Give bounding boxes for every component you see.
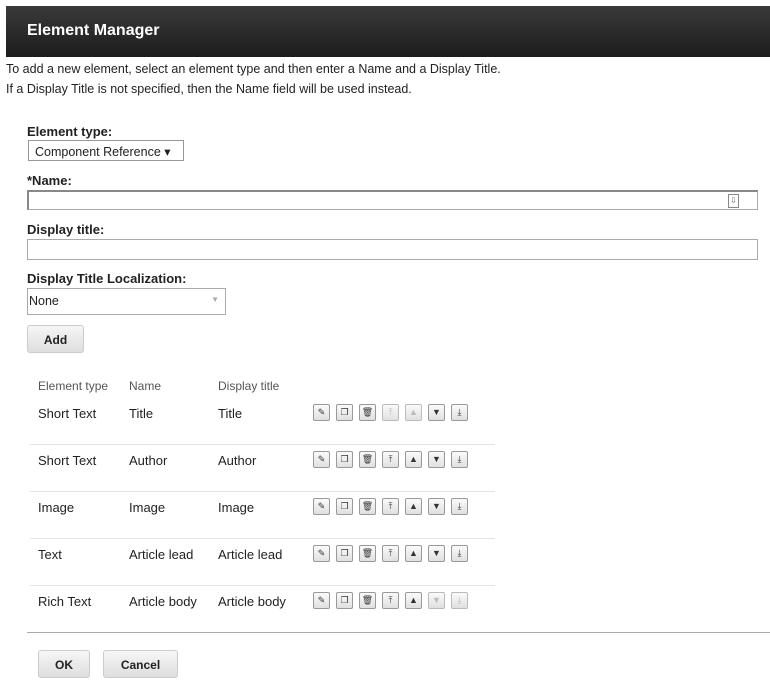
move-down-icon[interactable]: ▼ bbox=[428, 498, 445, 515]
display-title-label: Display title: bbox=[27, 222, 105, 237]
elements-table: Element type Name Display title Short Te… bbox=[30, 374, 495, 632]
add-button[interactable]: Add bbox=[27, 325, 84, 353]
move-bottom-icon[interactable]: ⤓ bbox=[451, 592, 468, 609]
copy-icon[interactable]: ❐ bbox=[336, 498, 353, 515]
display-title-input[interactable] bbox=[27, 239, 758, 260]
intro-line: To add a new element, select an element … bbox=[6, 62, 501, 76]
move-up-icon[interactable]: ▲ bbox=[405, 498, 422, 515]
row-actions: ✎ ❐ 🗑 ⤒ ▲ ▼ ⤓ bbox=[305, 586, 495, 633]
move-bottom-icon[interactable]: ⤓ bbox=[451, 498, 468, 515]
trash-icon[interactable]: 🗑 bbox=[359, 404, 376, 421]
move-down-icon[interactable]: ▼ bbox=[428, 451, 445, 468]
cell-title: Title bbox=[210, 398, 305, 445]
cell-name: Article body bbox=[129, 594, 197, 609]
row-actions: ✎ ❐ 🗑 ⤒ ▲ ▼ ⤓ bbox=[305, 538, 495, 586]
row-actions: ✎ ❐ 🗑 ⤒ ▲ ▼ ⤓ bbox=[305, 398, 495, 445]
cell-type: Short Text bbox=[30, 444, 121, 492]
copy-icon[interactable]: ❐ bbox=[336, 404, 353, 421]
contact-card-icon[interactable]: ⇩ bbox=[728, 194, 739, 208]
trash-icon[interactable]: 🗑 bbox=[359, 498, 376, 515]
localization-label: Display Title Localization: bbox=[27, 271, 187, 286]
cancel-button[interactable]: Cancel bbox=[103, 650, 178, 678]
element-type-label: Element type: bbox=[27, 124, 113, 139]
move-up-icon[interactable]: ▲ bbox=[405, 451, 422, 468]
row-actions: ✎ ❐ 🗑 ⤒ ▲ ▼ ⤓ bbox=[305, 491, 495, 539]
table-row: Text Article lead Article lead ✎ ❐ 🗑 ⤒ ▲ ▼ ⤓ bbox=[30, 538, 495, 586]
column-header: Display title bbox=[218, 379, 280, 393]
cell-type: Text bbox=[30, 538, 121, 586]
element-type-select[interactable]: Component Reference ▾ bbox=[28, 140, 184, 161]
table-row: Rich Text Article body Article body ✎ ❐ 🗑 ⤒ ▲ ▼ ⤓ bbox=[30, 586, 495, 633]
column-header: Element type bbox=[38, 379, 109, 393]
move-up-icon[interactable]: ▲ bbox=[405, 545, 422, 562]
move-top-icon[interactable]: ⤒ bbox=[382, 498, 399, 515]
cell-type: Short Text bbox=[30, 398, 121, 445]
trash-icon[interactable]: 🗑 bbox=[359, 451, 376, 468]
divider bbox=[27, 632, 770, 633]
row-actions: ✎ ❐ 🗑 ⤒ ▲ ▼ ⤓ bbox=[305, 444, 495, 492]
cell-name: Image bbox=[121, 491, 210, 539]
cell-title: Article body bbox=[218, 594, 286, 609]
pencil-icon[interactable]: ✎ bbox=[313, 451, 330, 468]
cell-name: Article lead bbox=[121, 538, 210, 586]
pencil-icon[interactable]: ✎ bbox=[313, 498, 330, 515]
name-input[interactable]: ⇩ bbox=[27, 190, 758, 210]
copy-icon[interactable]: ❐ bbox=[336, 545, 353, 562]
move-down-icon[interactable]: ▼ bbox=[428, 545, 445, 562]
copy-icon[interactable]: ❐ bbox=[336, 451, 353, 468]
move-bottom-icon[interactable]: ⤓ bbox=[451, 451, 468, 468]
table-row: Image Image Image ✎ ❐ 🗑 ⤒ ▲ ▼ ⤓ bbox=[30, 491, 495, 539]
cell-type: Rich Text bbox=[38, 594, 92, 609]
table-row: Short Text Title Title ✎ ❐ 🗑 ⤒ ▲ ▼ ⤓ bbox=[30, 398, 495, 445]
column-header: Name bbox=[129, 379, 162, 393]
move-bottom-icon[interactable]: ⤓ bbox=[451, 545, 468, 562]
move-top-icon[interactable]: ⤒ bbox=[382, 451, 399, 468]
cell-name: Title bbox=[121, 398, 210, 445]
move-up-icon[interactable]: ▲ bbox=[405, 592, 422, 609]
cell-name: Author bbox=[121, 444, 210, 492]
actions-header bbox=[305, 374, 495, 398]
move-down-icon[interactable]: ▼ bbox=[428, 404, 445, 421]
trash-icon[interactable]: 🗑 bbox=[359, 545, 376, 562]
pencil-icon[interactable]: ✎ bbox=[313, 592, 330, 609]
cell-title: Author bbox=[210, 444, 305, 492]
page-title: Element Manager bbox=[27, 22, 160, 39]
copy-icon[interactable]: ❐ bbox=[336, 592, 353, 609]
cell-title: Article lead bbox=[210, 538, 305, 586]
ok-button[interactable]: OK bbox=[38, 650, 90, 678]
trash-icon[interactable]: 🗑 bbox=[359, 592, 376, 609]
move-up-icon[interactable]: ▲ bbox=[405, 404, 422, 421]
pencil-icon[interactable]: ✎ bbox=[313, 404, 330, 421]
move-top-icon[interactable]: ⤒ bbox=[382, 404, 399, 421]
cell-title: Image bbox=[210, 491, 305, 539]
name-label: *Name: bbox=[27, 173, 72, 188]
move-bottom-icon[interactable]: ⤓ bbox=[451, 404, 468, 421]
intro-line: If a Display Title is not specified, the… bbox=[6, 82, 412, 96]
table-row: Short Text Author Author ✎ ❐ 🗑 ⤒ ▲ ▼ ⤓ bbox=[30, 444, 495, 492]
move-top-icon[interactable]: ⤒ bbox=[382, 545, 399, 562]
chevron-down-icon: ▼ bbox=[211, 295, 219, 304]
localization-value: None bbox=[29, 294, 59, 308]
move-down-icon[interactable]: ▼ bbox=[428, 592, 445, 609]
cell-type: Image bbox=[30, 491, 121, 539]
move-top-icon[interactable]: ⤒ bbox=[382, 592, 399, 609]
localization-select[interactable]: None ▼ bbox=[27, 288, 226, 315]
header-bar: Element Manager bbox=[6, 6, 770, 57]
pencil-icon[interactable]: ✎ bbox=[313, 545, 330, 562]
intro-text: To add a new element, select an element … bbox=[6, 59, 501, 99]
